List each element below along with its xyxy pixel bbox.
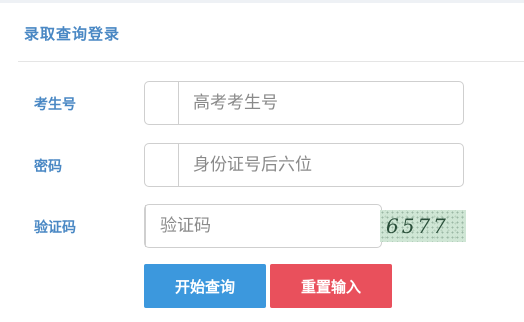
- exam-id-addon: [145, 82, 179, 124]
- password-label: 密码: [34, 159, 62, 175]
- password-addon: [145, 144, 179, 186]
- top-border: [0, 0, 524, 3]
- exam-id-input[interactable]: [179, 82, 463, 124]
- panel-title: 录取查询登录: [24, 25, 121, 43]
- captcha-image-text: 6577: [386, 214, 449, 238]
- captcha-input[interactable]: [146, 205, 393, 247]
- captcha-input-group: [144, 204, 393, 248]
- captcha-label: 验证码: [34, 220, 76, 236]
- reset-button[interactable]: 重置输入: [270, 264, 392, 308]
- exam-id-label: 考生号: [34, 97, 76, 113]
- captcha-image[interactable]: 6577: [380, 210, 466, 242]
- title-divider: [18, 61, 524, 62]
- exam-id-input-group: [144, 81, 464, 125]
- query-button[interactable]: 开始查询: [144, 264, 266, 308]
- password-input[interactable]: [179, 144, 463, 186]
- password-input-group: [144, 143, 464, 187]
